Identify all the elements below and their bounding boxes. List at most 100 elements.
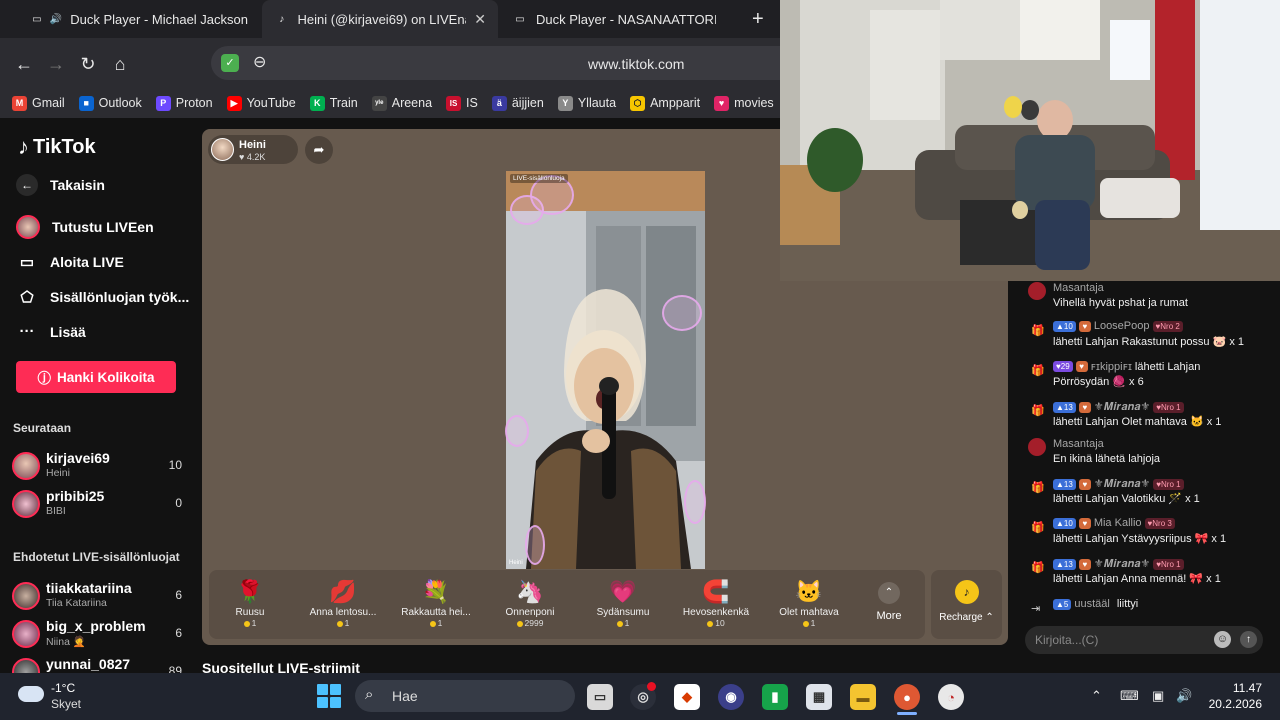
tab-duck-player-2[interactable]: ▭ Duck Player - NASANAATTORI ON bbox=[500, 0, 738, 38]
tiktok-coin-icon: ♪ bbox=[954, 580, 979, 604]
clock-date[interactable]: 20.2.2026 bbox=[1198, 697, 1262, 711]
bookmark-areena[interactable]: yle Areena bbox=[371, 95, 432, 111]
heart-bubble-effect bbox=[505, 415, 529, 447]
gift-item[interactable]: 🌹 Ruusu 1 bbox=[206, 577, 294, 628]
office-icon[interactable]: ◆ bbox=[674, 684, 700, 710]
paint-icon[interactable]: ◔ bbox=[938, 684, 964, 710]
bookmark-outlook[interactable]: ■ Outlook bbox=[78, 95, 142, 111]
coin-icon bbox=[707, 620, 714, 627]
chat-input-placeholder: Kirjoita...(C) bbox=[1035, 633, 1099, 647]
tab-tiktok-live[interactable]: ♪ Heini (@kirjavei69) on LIVEnä ✕ bbox=[262, 0, 498, 38]
more-gifts-button[interactable]: ⌃ More bbox=[866, 582, 912, 622]
nav-more[interactable]: ··· Lisää bbox=[16, 323, 86, 340]
proton-icon: P bbox=[155, 95, 171, 111]
clock-time[interactable]: 11.47 bbox=[1208, 681, 1262, 695]
video-footer: Heini bbox=[509, 560, 523, 566]
level-badge: ▲13 bbox=[1053, 558, 1076, 570]
duckduckgo-icon[interactable]: ● bbox=[894, 684, 920, 710]
gift-item[interactable]: 🦄 Onnenponi 2999 bbox=[486, 577, 574, 628]
cloud-icon[interactable] bbox=[18, 686, 44, 702]
gift-item[interactable]: 💋 Anna lentosu... 1 bbox=[299, 577, 387, 628]
close-tab-icon[interactable]: ✕ bbox=[474, 11, 486, 28]
avatar bbox=[12, 582, 40, 610]
fan-badge-icon: ♥ bbox=[1075, 361, 1088, 372]
keyboard-icon[interactable]: ⌨ bbox=[1120, 688, 1139, 704]
reload-icon[interactable]: ↻ bbox=[76, 52, 100, 76]
gift-item[interactable]: 🐱 Olet mahtava 1 bbox=[765, 577, 853, 628]
level-badge: ▲5 bbox=[1053, 598, 1072, 610]
gift-icon: 🎁 bbox=[1031, 365, 1045, 377]
bookmark-youtube[interactable]: ▶ YouTube bbox=[226, 95, 296, 111]
live-video[interactable] bbox=[506, 171, 705, 569]
bookmark-gmail[interactable]: M Gmail bbox=[12, 95, 65, 111]
start-button[interactable] bbox=[317, 684, 341, 708]
avatar[interactable] bbox=[1028, 438, 1046, 456]
heart-bubble-effect bbox=[684, 480, 706, 524]
file-explorer-icon[interactable]: ▬ bbox=[850, 684, 876, 710]
weather-condition[interactable]: Skyet bbox=[51, 697, 81, 711]
taskbar-search[interactable] bbox=[355, 680, 575, 712]
gift-item[interactable]: 💗 Sydänsumu 1 bbox=[579, 577, 667, 628]
coin-icon bbox=[616, 620, 623, 627]
shield-icon[interactable]: ✓ bbox=[221, 54, 239, 72]
gift-icon: 🎁 bbox=[1031, 522, 1045, 534]
following-account[interactable]: pribibi25 BIBI 0 bbox=[12, 488, 182, 526]
avatar[interactable] bbox=[1028, 282, 1046, 300]
gift-icon: 🎁 bbox=[1031, 405, 1045, 417]
bookmark-ampparit[interactable]: ⬡ Ampparit bbox=[630, 95, 700, 111]
calculator-icon[interactable]: ▦ bbox=[806, 684, 832, 710]
movies-icon: ♥ bbox=[714, 95, 730, 111]
network-icon[interactable]: ▣ bbox=[1152, 688, 1164, 704]
stats-icon[interactable]: ▮ bbox=[762, 684, 788, 710]
webcam-overlay bbox=[780, 0, 1280, 281]
nav-start-live[interactable]: ▭ Aloita LIVE bbox=[16, 253, 124, 271]
obs-icon[interactable]: ◉ bbox=[718, 684, 744, 710]
bookmark-yllauta[interactable]: Y Yllauta bbox=[557, 95, 616, 111]
new-tab-button[interactable]: + bbox=[740, 0, 780, 38]
suggested-account[interactable]: tiiakkatariina Tiia Katariina 6 bbox=[12, 580, 182, 618]
tab-duck-player-1[interactable]: ▭ 🔊 Duck Player - Michael Jackson bbox=[20, 0, 260, 38]
bookmark-is[interactable]: IS IS bbox=[446, 95, 478, 111]
rose-icon: 🌹 bbox=[236, 579, 264, 604]
zoom-icon[interactable]: ⊖ bbox=[253, 52, 266, 72]
suggested-account[interactable]: big_x_problem Niina 🤦 6 bbox=[12, 618, 182, 656]
tiktok-logo[interactable]: ♪ TikTok bbox=[18, 134, 96, 160]
creator-tools-icon: ⬠ bbox=[20, 289, 34, 306]
heart-bubble-effect bbox=[525, 525, 545, 565]
address-bar[interactable] bbox=[211, 46, 780, 80]
outlook-icon: ■ bbox=[78, 95, 94, 111]
rank-badge: ♥Nro 1 bbox=[1153, 478, 1184, 490]
avatar bbox=[12, 620, 40, 648]
bookmark-movies[interactable]: ♥ movies bbox=[714, 95, 774, 111]
weather-temp[interactable]: -1°C bbox=[51, 681, 75, 695]
back-link[interactable]: ← Takaisin bbox=[16, 174, 105, 196]
task-view-icon[interactable]: ▭ bbox=[587, 684, 613, 710]
following-account[interactable]: kirjavei69 Heini 10 bbox=[12, 450, 182, 488]
gmail-icon: M bbox=[12, 95, 27, 111]
get-coins-button[interactable]: ⓙ Hanki Kolikoita bbox=[16, 361, 176, 393]
horseshoe-icon: 🧲 bbox=[702, 579, 730, 604]
nav-creator-tools[interactable]: ⬠ Sisällönluojan työk... bbox=[16, 288, 189, 306]
bookmark-proton[interactable]: P Proton bbox=[155, 95, 213, 111]
speaker-icon[interactable]: 🔊 bbox=[50, 11, 62, 27]
share-icon[interactable]: ➦ bbox=[305, 136, 333, 164]
coin-icon: ⓙ bbox=[37, 371, 51, 386]
bookmark-train[interactable]: K Train bbox=[309, 95, 358, 111]
is-icon: IS bbox=[446, 95, 462, 111]
gift-item[interactable]: 🧲 Hevosenkenkä 10 bbox=[672, 577, 760, 628]
forward-arrow-icon[interactable]: → bbox=[44, 52, 68, 76]
host-avatar[interactable] bbox=[211, 138, 234, 161]
bookmark-aijjien[interactable]: ä äijjien bbox=[491, 95, 544, 111]
chevron-up-icon[interactable]: ⌃ bbox=[1091, 688, 1102, 704]
back-arrow-icon[interactable]: ← bbox=[12, 52, 36, 76]
gift-item[interactable]: 💐 Rakkautta hei... 1 bbox=[392, 577, 480, 628]
send-icon[interactable]: ↑ bbox=[1240, 631, 1257, 648]
recharge-button[interactable]: ♪ Recharge ⌃ bbox=[931, 570, 1002, 639]
coin-icon bbox=[802, 620, 809, 627]
host-name: Heini bbox=[239, 139, 266, 151]
emoji-icon[interactable]: ☺ bbox=[1214, 631, 1231, 648]
home-icon[interactable]: ⌂ bbox=[108, 52, 132, 76]
nav-explore-live[interactable]: Tutustu LIVEen bbox=[16, 215, 154, 239]
suggested-account[interactable]: yunnai_0827 89 bbox=[12, 656, 182, 673]
volume-icon[interactable]: 🔊 bbox=[1176, 688, 1192, 704]
